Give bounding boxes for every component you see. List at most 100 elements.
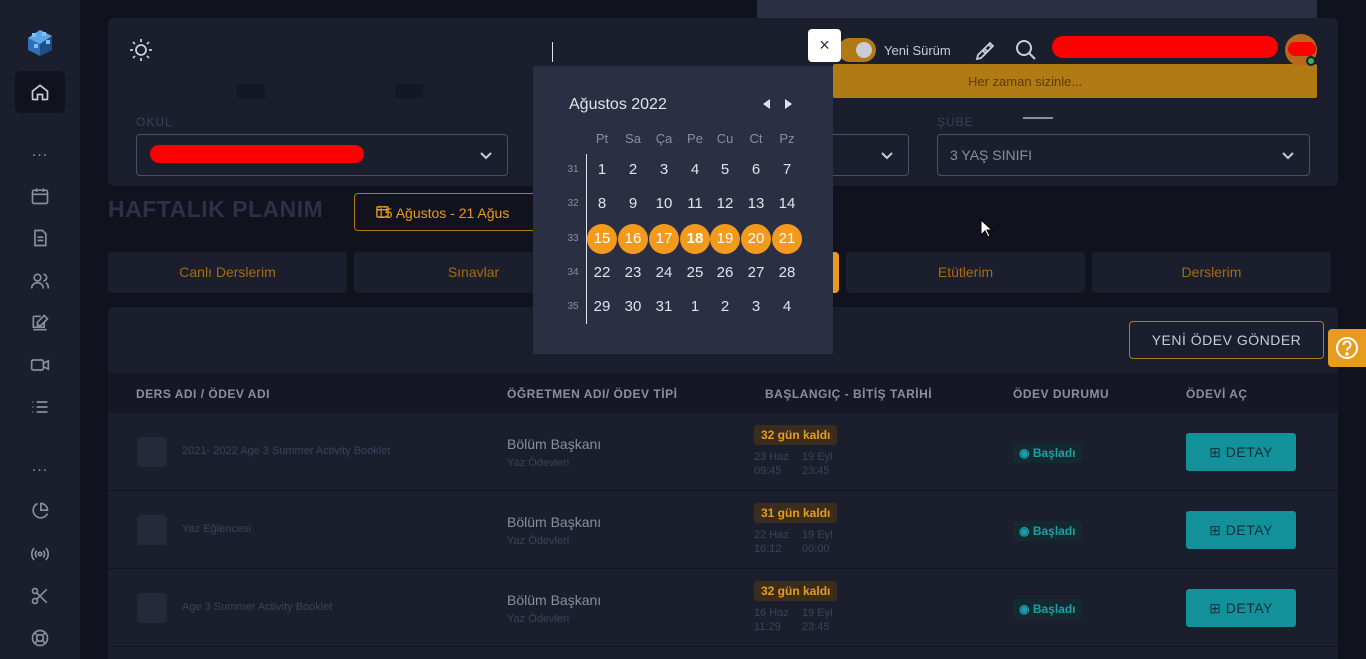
calendar-day[interactable]: 30 — [618, 292, 648, 322]
calendar-day[interactable]: 5 — [710, 155, 740, 185]
sidebar-item-broadcast[interactable] — [15, 533, 65, 575]
status-badge: ◉ Başladı — [1013, 599, 1082, 619]
calendar-day[interactable]: 9 — [618, 189, 648, 219]
weekday-header: Pt — [595, 131, 609, 146]
calendar-day[interactable]: 4 — [772, 292, 802, 322]
users-icon — [30, 273, 50, 289]
column-header-status[interactable]: ÖDEV DURUMU — [1013, 387, 1109, 401]
calendar-day[interactable]: 28 — [772, 258, 802, 288]
calendar-day[interactable]: 24 — [649, 258, 679, 288]
detail-button[interactable]: ⊞ DETAY — [1186, 433, 1296, 471]
new-version-label: Yeni Sürüm — [884, 43, 951, 58]
calendar-icon — [31, 188, 49, 205]
help-button[interactable] — [1328, 329, 1366, 367]
tab-live-lessons[interactable]: Canlı Derslerim — [108, 252, 347, 293]
column-header-teacher[interactable]: ÖĞRETMEN ADI/ ÖDEV TİPİ — [507, 387, 677, 401]
previous-month-icon[interactable] — [761, 98, 773, 110]
calendar-day[interactable]: 13 — [741, 189, 771, 219]
status-label: Başladı — [1032, 446, 1076, 460]
homework-type: Yaz Ödevleri — [507, 613, 570, 625]
calendar-day[interactable]: 21 — [772, 224, 802, 254]
close-button[interactable]: × — [808, 29, 841, 62]
calendar-day[interactable]: 18 — [680, 224, 710, 254]
detail-label: DETAY — [1225, 522, 1273, 538]
calendar-day[interactable]: 27 — [741, 258, 771, 288]
calendar-day[interactable]: 16 — [618, 224, 648, 254]
online-status-dot — [1306, 56, 1316, 66]
end-time: 23:45 — [802, 465, 830, 477]
calendar-day[interactable]: 1 — [587, 155, 617, 185]
calendar-day[interactable]: 17 — [649, 224, 679, 254]
home-icon — [31, 84, 49, 101]
calendar-day[interactable]: 25 — [680, 258, 710, 288]
sidebar-item-video[interactable] — [15, 344, 65, 386]
date-picker-input[interactable] — [533, 30, 833, 66]
branch-value: 3 YAŞ SINIFI — [950, 147, 1032, 163]
logo-icon[interactable] — [22, 24, 58, 60]
search-icon[interactable] — [1014, 38, 1038, 62]
calendar-day[interactable]: 10 — [649, 189, 679, 219]
calendar-day[interactable]: 3 — [741, 292, 771, 322]
calendar-day[interactable]: 15 — [587, 224, 617, 254]
calendar-day[interactable]: 20 — [741, 224, 771, 254]
separator-line — [1023, 117, 1053, 119]
new-homework-button[interactable]: YENİ ÖDEV GÖNDER — [1129, 321, 1324, 359]
sidebar-item-users[interactable] — [15, 260, 65, 302]
weekday-header: Cu — [716, 131, 734, 146]
course-name: Yaz Eğlencesi — [182, 523, 251, 535]
calendar-day[interactable]: 14 — [772, 189, 802, 219]
class-select[interactable] — [820, 134, 909, 176]
tab-study-sessions[interactable]: Etütlerim — [846, 252, 1085, 293]
calendar-day[interactable]: 7 — [772, 155, 802, 185]
calendar-day[interactable]: 22 — [587, 258, 617, 288]
calendar-day[interactable]: 29 — [587, 292, 617, 322]
calendar-day[interactable]: 1 — [680, 292, 710, 322]
document-icon — [34, 229, 47, 247]
calendar-day[interactable]: 19 — [710, 224, 740, 254]
weekday-header: Pe — [687, 131, 703, 146]
column-header-dates[interactable]: BAŞLANGIÇ - BİTİŞ TARİHİ — [765, 387, 932, 401]
sidebar-item-list[interactable] — [15, 386, 65, 428]
sidebar-item-tools[interactable] — [15, 575, 65, 617]
detail-button[interactable]: ⊞ DETAY — [1186, 511, 1296, 549]
username-redacted[interactable] — [1052, 36, 1278, 58]
tab-lessons[interactable]: Derslerim — [1092, 252, 1331, 293]
start-time: 11:29 — [754, 621, 781, 633]
pen-icon[interactable] — [974, 38, 998, 62]
sidebar-item-edit[interactable] — [15, 302, 65, 344]
sidebar-item-reports[interactable] — [15, 490, 65, 532]
calendar-day[interactable]: 4 — [680, 155, 710, 185]
banner-top — [757, 0, 1317, 18]
calendar-day[interactable]: 2 — [710, 292, 740, 322]
sidebar-item-documents[interactable] — [15, 217, 65, 259]
teacher-name: Bölüm Başkanı — [507, 436, 602, 452]
calendar-day[interactable]: 3 — [649, 155, 679, 185]
calendar-day[interactable]: 2 — [618, 155, 648, 185]
days-left-badge: 32 gün kaldı — [754, 581, 838, 601]
column-header-open[interactable]: ÖDEVİ AÇ — [1186, 387, 1248, 401]
end-time: 23:45 — [802, 621, 830, 633]
detail-button[interactable]: ⊞ DETAY — [1186, 589, 1296, 627]
calendar-day[interactable]: 26 — [710, 258, 740, 288]
calendar-day[interactable]: 12 — [710, 189, 740, 219]
table-header — [108, 373, 1338, 413]
calendar-day[interactable]: 8 — [587, 189, 617, 219]
week-number: 35 — [567, 301, 579, 312]
calendar-day[interactable]: 31 — [649, 292, 679, 322]
new-version-toggle[interactable] — [838, 38, 876, 62]
sidebar-dots: ... — [31, 143, 49, 160]
column-header-course[interactable]: DERS ADI / ÖDEV ADI — [136, 387, 270, 401]
end-date: 19 Eyl — [802, 607, 833, 619]
weekday-header: Sa — [625, 131, 641, 146]
sun-icon[interactable] — [128, 37, 154, 63]
sidebar-item-home[interactable] — [15, 71, 65, 113]
sidebar-item-calendar[interactable] — [15, 175, 65, 217]
stat-block-2 — [395, 84, 423, 98]
calendar-day[interactable]: 11 — [680, 189, 710, 219]
next-month-icon[interactable] — [782, 98, 794, 110]
calendar-day[interactable]: 23 — [618, 258, 648, 288]
help-icon — [1336, 337, 1358, 359]
calendar-day[interactable]: 6 — [741, 155, 771, 185]
sidebar-item-support[interactable] — [15, 617, 65, 659]
branch-select[interactable]: 3 YAŞ SINIFI — [937, 134, 1310, 176]
